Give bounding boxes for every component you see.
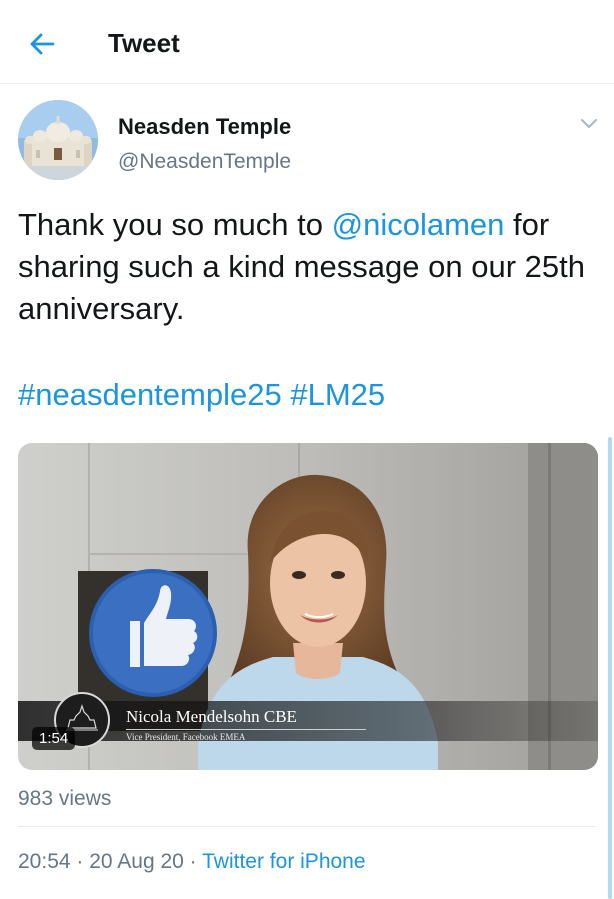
page-title: Tweet xyxy=(108,28,180,58)
tweet-text-start: Thank you so much to xyxy=(18,207,332,242)
meta-separator: · xyxy=(70,850,90,873)
back-button[interactable] xyxy=(22,24,62,64)
tweet-author: Neasden Temple @NeasdenTemple xyxy=(0,84,614,194)
meta-separator: · xyxy=(183,850,203,873)
author-display-name[interactable]: Neasden Temple xyxy=(118,114,291,140)
divider xyxy=(18,826,596,827)
arrow-left-icon xyxy=(30,33,55,55)
author-handle[interactable]: @NeasdenTemple xyxy=(118,150,291,174)
video-duration-badge: 1:54 xyxy=(32,727,76,750)
temple-image xyxy=(18,100,98,180)
tweet-date: 20 Aug 20 xyxy=(89,850,184,873)
lower-third-name: Nicola Mendelsohn CBE xyxy=(126,707,297,726)
mention-link[interactable]: @nicolamen xyxy=(332,207,505,242)
lower-third-divider xyxy=(126,729,366,730)
hashtag-link[interactable]: #LM25 xyxy=(290,377,385,412)
chevron-down-icon xyxy=(581,119,597,128)
tweet-time: 20:54 xyxy=(18,850,71,873)
video-player[interactable]: Nicola Mendelsohn CBE Vice President, Fa… xyxy=(18,443,598,770)
hashtag-line: #neasdentemple25 #LM25 xyxy=(18,374,385,416)
scrollbar[interactable] xyxy=(608,437,612,899)
tweet-text: Thank you so much to @nicolamen for shar… xyxy=(18,204,598,330)
more-options-button[interactable] xyxy=(574,112,604,136)
view-count: 983 views xyxy=(18,787,112,810)
lower-third-subtitle: Vice President, Facebook EMEA xyxy=(126,732,246,742)
avatar[interactable] xyxy=(18,100,98,180)
top-bar: Tweet xyxy=(0,0,614,84)
hashtag-link[interactable]: #neasdentemple25 xyxy=(18,377,282,412)
tweet-metadata: 20:54 · 20 Aug 20 · Twitter for iPhone xyxy=(18,850,366,874)
tweet-source-link[interactable]: Twitter for iPhone xyxy=(202,850,365,873)
